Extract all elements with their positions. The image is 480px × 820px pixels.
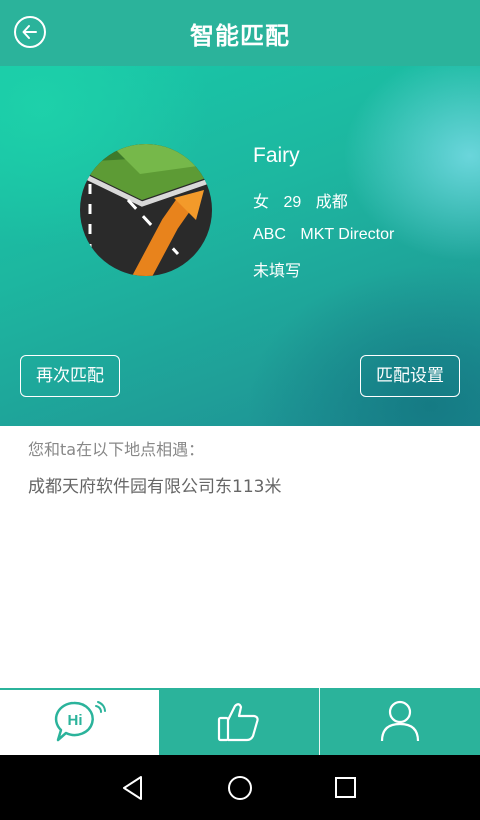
meet-label: 您和ta在以下地点相遇： <box>28 440 205 459</box>
profile-card: Fairy 女 29 成都 ABC MKT Director 未填写 再次匹配 … <box>0 66 480 426</box>
hi-chat-icon: Hi <box>54 701 106 742</box>
match-settings-button[interactable]: 匹配设置 <box>360 355 460 397</box>
hi-text: Hi <box>68 712 83 729</box>
page-title: 智能匹配 <box>190 22 290 50</box>
profile-position: MKT Director <box>300 226 395 243</box>
nav-home-icon[interactable] <box>226 774 254 802</box>
profile-basic-info: 女 29 成都 <box>253 188 358 212</box>
system-nav-bar <box>0 755 480 820</box>
tab-profile[interactable] <box>320 688 480 755</box>
nav-recent-icon[interactable] <box>334 776 358 800</box>
header-bar: 智能匹配 <box>0 0 480 66</box>
profile-age: 29 <box>283 194 302 211</box>
profile-note: 未填写 <box>253 263 302 280</box>
profile-city: 成都 <box>315 194 348 211</box>
avatar[interactable] <box>80 144 212 276</box>
meet-place: 成都天府软件园有限公司东113米 <box>28 477 282 497</box>
profile-company: ABC <box>253 226 286 243</box>
nav-back-icon[interactable] <box>121 775 145 801</box>
tab-like[interactable] <box>159 688 319 755</box>
profile-work-info: ABC MKT Director <box>253 226 404 244</box>
profile-name: Fairy <box>253 144 300 167</box>
tab-hi[interactable]: Hi <box>0 688 159 755</box>
thumbs-up-icon <box>217 703 259 742</box>
tab-bar: Hi <box>0 688 480 755</box>
user-icon <box>380 700 420 742</box>
rematch-button[interactable]: 再次匹配 <box>20 355 120 397</box>
profile-gender: 女 <box>253 194 270 211</box>
